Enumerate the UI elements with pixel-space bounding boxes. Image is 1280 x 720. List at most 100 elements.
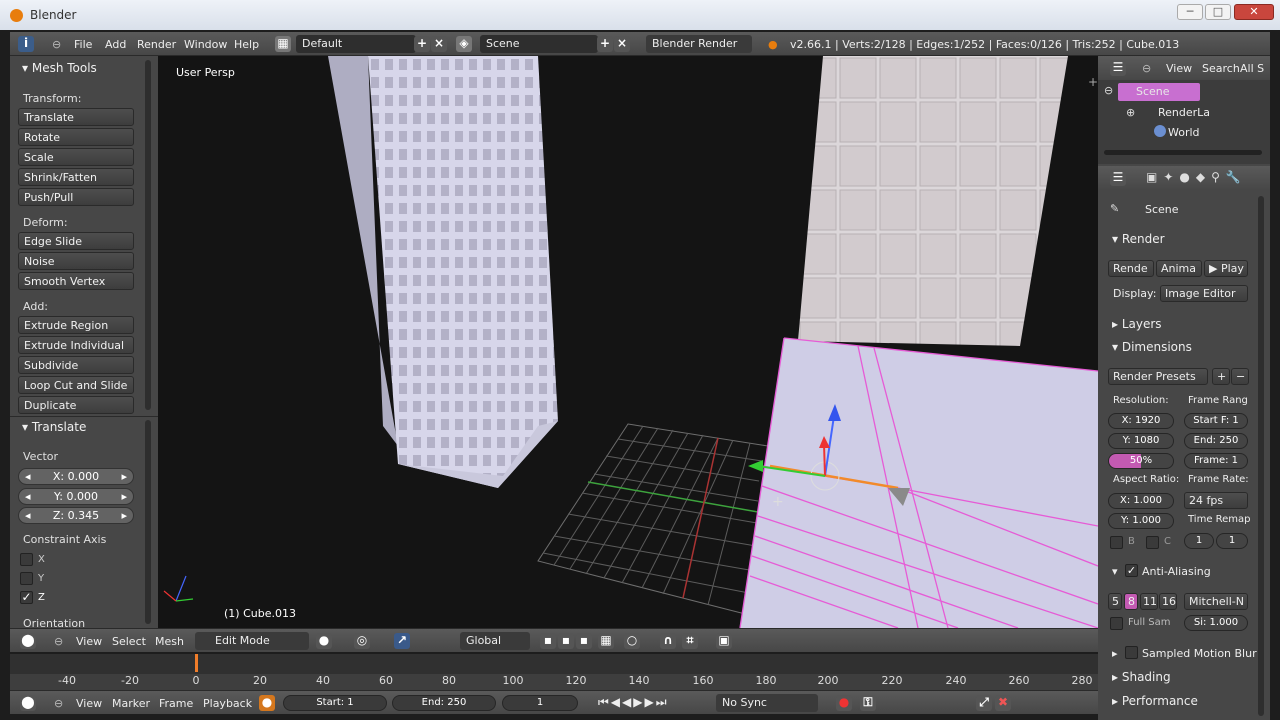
remove-preset-button[interactable]: − bbox=[1231, 368, 1249, 385]
remove-layout-button[interactable]: × bbox=[431, 36, 447, 52]
axis-y-checkbox[interactable] bbox=[20, 572, 33, 585]
aa-samples-11[interactable]: 11 bbox=[1140, 593, 1158, 610]
menu-select[interactable]: Select bbox=[112, 635, 146, 648]
fps-select[interactable]: 24 fps bbox=[1184, 492, 1248, 509]
res-percentage-slider[interactable]: 50% bbox=[1108, 453, 1174, 469]
translate-op-title[interactable]: ▾ Translate bbox=[22, 420, 86, 434]
editor-type-timeline-icon[interactable]: ⬤ bbox=[20, 695, 36, 711]
expand-icon[interactable]: ⊕ bbox=[1126, 106, 1135, 119]
outliner-view-menu[interactable]: View bbox=[1166, 62, 1192, 75]
edge-slide-button[interactable]: Edge Slide bbox=[18, 232, 134, 250]
edge-select-icon[interactable]: ▪ bbox=[558, 633, 574, 649]
render-still-button[interactable]: Rende bbox=[1108, 260, 1154, 277]
shrink-fatten-button[interactable]: Shrink/Fatten bbox=[18, 168, 134, 186]
add-scene-button[interactable]: + bbox=[597, 36, 613, 52]
outliner-type-icon[interactable]: ☰ bbox=[1110, 60, 1126, 76]
vector-x-field[interactable]: ◂ X: 0.000 ▸ bbox=[18, 468, 134, 485]
mesh-tools-title[interactable]: ▾ Mesh Tools bbox=[22, 61, 97, 75]
vector-z-field[interactable]: ◂ Z: 0.345 ▸ bbox=[18, 507, 134, 524]
tool-shelf-scrollbar[interactable] bbox=[145, 60, 151, 410]
menu-help[interactable]: Help bbox=[234, 38, 259, 51]
shading-icon[interactable]: ● bbox=[316, 633, 332, 649]
maximize-button[interactable]: □ bbox=[1205, 4, 1231, 20]
proportional-icon[interactable]: ○ bbox=[624, 633, 640, 649]
properties-type-icon[interactable]: ☰ bbox=[1110, 170, 1126, 186]
aspect-x-field[interactable]: X: 1.000 bbox=[1108, 493, 1174, 509]
extrude-individual-button[interactable]: Extrude Individual bbox=[18, 336, 134, 354]
pin-icon[interactable]: ✎ bbox=[1110, 202, 1119, 215]
menu-mesh[interactable]: Mesh bbox=[155, 635, 184, 648]
operator-scrollbar[interactable] bbox=[145, 420, 151, 624]
timeline[interactable]: -40 -20 0 20 40 60 80 100 120 140 160 18… bbox=[10, 654, 1098, 690]
border-checkbox[interactable] bbox=[1110, 536, 1123, 549]
face-select-icon[interactable]: ▪ bbox=[576, 633, 592, 649]
rotate-button[interactable]: Rotate bbox=[18, 128, 134, 146]
menu-view[interactable]: View bbox=[76, 697, 102, 710]
expand-icon[interactable]: ⊖ bbox=[1104, 84, 1113, 97]
noise-button[interactable]: Noise bbox=[18, 252, 134, 270]
duplicate-button[interactable]: Duplicate bbox=[18, 396, 134, 414]
mode-select[interactable]: Edit Mode bbox=[195, 632, 309, 650]
property-tabs-icon[interactable]: ▣✦●◆⚲🔧 bbox=[1146, 170, 1247, 184]
outliner-scrollbar[interactable] bbox=[1104, 150, 1262, 155]
push-pull-button[interactable]: Push/Pull bbox=[18, 188, 134, 206]
vector-y-field[interactable]: ◂ Y: 0.000 ▸ bbox=[18, 488, 134, 505]
collapse-icon[interactable]: ⊖ bbox=[1142, 62, 1151, 75]
close-button[interactable]: ✕ bbox=[1234, 4, 1274, 20]
filter-size-field[interactable]: Si: 1.000 bbox=[1184, 615, 1248, 631]
pivot-icon[interactable]: ◎ bbox=[354, 633, 370, 649]
menu-frame[interactable]: Frame bbox=[159, 697, 193, 710]
loop-cut-button[interactable]: Loop Cut and Slide bbox=[18, 376, 134, 394]
playback-controls-icon[interactable]: ⏮◀◀▶▶⏭ bbox=[598, 695, 669, 710]
render-anim-button[interactable]: Anima bbox=[1156, 260, 1202, 277]
display-select[interactable]: Image Editor bbox=[1160, 285, 1248, 302]
aa-expand-icon[interactable]: ▾ bbox=[1112, 565, 1118, 578]
remap-old-field[interactable]: 1 bbox=[1184, 533, 1214, 549]
current-frame-marker[interactable] bbox=[195, 654, 198, 672]
aa-filter-select[interactable]: Mitchell-N bbox=[1184, 593, 1248, 610]
menu-file[interactable]: File bbox=[74, 38, 92, 51]
res-x-field[interactable]: X: 1920 bbox=[1108, 413, 1174, 429]
manipulator-icon[interactable]: ↗ bbox=[394, 633, 410, 649]
aspect-y-field[interactable]: Y: 1.000 bbox=[1108, 513, 1174, 529]
timeline-track[interactable] bbox=[10, 654, 1098, 674]
subdivide-button[interactable]: Subdivide bbox=[18, 356, 134, 374]
collapse-icon[interactable]: ⊖ bbox=[54, 697, 63, 710]
frame-step-field[interactable]: Frame: 1 bbox=[1184, 453, 1248, 469]
add-layout-button[interactable]: + bbox=[414, 36, 430, 52]
key-delete-icon[interactable]: ✖ bbox=[995, 695, 1011, 711]
start-frame-field[interactable]: Start: 1 bbox=[283, 695, 387, 711]
full-sample-checkbox[interactable] bbox=[1110, 617, 1123, 630]
snap-icon[interactable]: ∩ bbox=[660, 633, 676, 649]
current-frame-field[interactable]: 1 bbox=[502, 695, 578, 711]
render-presets-select[interactable]: Render Presets bbox=[1108, 368, 1208, 385]
outliner-filter-select[interactable]: All S bbox=[1240, 62, 1264, 75]
menu-playback[interactable]: Playback bbox=[203, 697, 252, 710]
remove-scene-button[interactable]: × bbox=[614, 36, 630, 52]
outliner-item-renderlayers[interactable]: RenderLa bbox=[1140, 106, 1210, 119]
menu-view[interactable]: View bbox=[76, 635, 102, 648]
orientation-select[interactable]: Global bbox=[460, 632, 530, 650]
performance-panel-title[interactable]: ▸ Performance bbox=[1112, 694, 1198, 708]
add-preset-button[interactable]: + bbox=[1212, 368, 1230, 385]
layout-field[interactable]: Default bbox=[296, 35, 416, 53]
render-panel-title[interactable]: ▾ Render bbox=[1112, 232, 1165, 246]
end-frame-field[interactable]: End: 250 bbox=[392, 695, 496, 711]
properties-scrollbar[interactable] bbox=[1258, 196, 1264, 716]
editor-type-icon[interactable]: i bbox=[18, 36, 34, 52]
extrude-region-button[interactable]: Extrude Region bbox=[18, 316, 134, 334]
sync-select[interactable]: No Sync bbox=[716, 694, 818, 712]
scale-button[interactable]: Scale bbox=[18, 148, 134, 166]
motion-blur-checkbox[interactable] bbox=[1125, 646, 1138, 659]
minimize-button[interactable]: ─ bbox=[1177, 4, 1203, 20]
vertex-select-icon[interactable]: ▪ bbox=[540, 633, 556, 649]
outliner-search-menu[interactable]: Search bbox=[1202, 62, 1240, 75]
play-button[interactable]: ▶ Play bbox=[1204, 260, 1248, 277]
keyframe-icon[interactable]: ⚿ bbox=[860, 695, 876, 711]
render-preview-icon[interactable]: ▣ bbox=[716, 633, 732, 649]
aa-samples-8[interactable]: 8 bbox=[1124, 593, 1138, 610]
layers-panel-title[interactable]: ▸ Layers bbox=[1112, 317, 1162, 331]
aa-samples-5[interactable]: 5 bbox=[1108, 593, 1122, 610]
frame-start-field[interactable]: Start F: 1 bbox=[1184, 413, 1248, 429]
scene-field[interactable]: Scene bbox=[480, 35, 598, 53]
